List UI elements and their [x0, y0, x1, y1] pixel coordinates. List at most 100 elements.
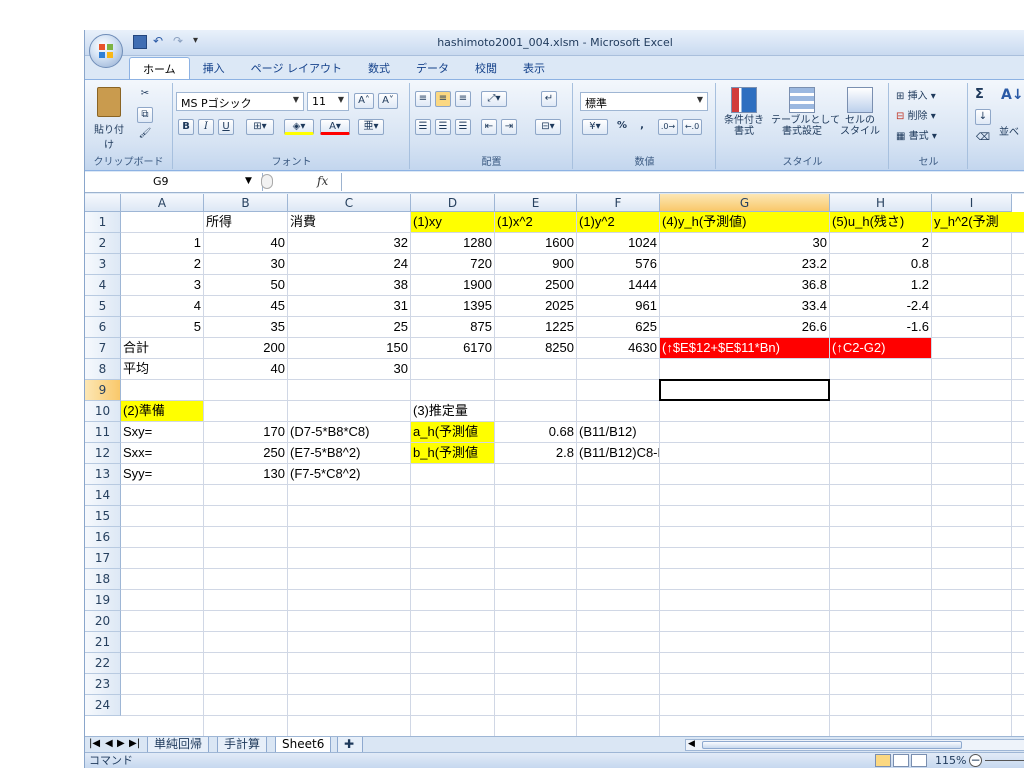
formula-input[interactable]: [341, 173, 1024, 191]
formula-cancel-icon[interactable]: [261, 174, 273, 189]
column-header-a[interactable]: A: [121, 194, 204, 212]
row-header-4[interactable]: 4: [85, 275, 121, 296]
row-header-3[interactable]: 3: [85, 254, 121, 275]
cell-c11[interactable]: (D7-5*B8*C8): [288, 422, 410, 442]
cell-d2[interactable]: 1280: [411, 233, 494, 253]
cell-c8[interactable]: 30: [288, 359, 410, 379]
normal-view-icon[interactable]: [875, 754, 891, 767]
decrease-indent-icon[interactable]: ⇤: [481, 119, 497, 135]
fill-icon[interactable]: ↓: [975, 109, 991, 125]
font-color-icon[interactable]: A▾: [320, 119, 350, 135]
cell-h1[interactable]: (5)u_h(残さ): [830, 212, 931, 232]
sheet-tab-simple-regression[interactable]: 単純回帰: [147, 737, 210, 753]
cell-a8[interactable]: 平均: [121, 359, 203, 379]
sheet-nav-prev-icon[interactable]: ◀: [105, 738, 113, 749]
cell-e6[interactable]: 1225: [495, 317, 576, 337]
cell-h2[interactable]: 2: [830, 233, 931, 253]
cell-d3[interactable]: 720: [411, 254, 494, 274]
cell-g5[interactable]: 33.4: [660, 296, 829, 316]
cell-f3[interactable]: 576: [577, 254, 659, 274]
cell-e12[interactable]: 2.8: [495, 443, 576, 463]
row-header-2[interactable]: 2: [85, 233, 121, 254]
row-header-18[interactable]: 18: [85, 569, 121, 590]
cell-g3[interactable]: 23.2: [660, 254, 829, 274]
save-icon[interactable]: [133, 35, 147, 49]
office-button[interactable]: [89, 34, 123, 68]
row-header-11[interactable]: 11: [85, 422, 121, 443]
number-format-select[interactable]: 標準 ▼: [580, 92, 708, 111]
font-size-select[interactable]: 11 ▼: [307, 92, 349, 111]
cell-a5[interactable]: 4: [121, 296, 203, 316]
cell-b1[interactable]: 所得: [204, 212, 287, 232]
cell-c2[interactable]: 32: [288, 233, 410, 253]
cell-h4[interactable]: 1.2: [830, 275, 931, 295]
column-header-e[interactable]: E: [495, 194, 577, 212]
format-cells-button[interactable]: ▦ 書式 ▾: [896, 127, 937, 142]
cell-b2[interactable]: 40: [204, 233, 287, 253]
insert-sheet-icon[interactable]: ✚: [337, 737, 363, 753]
row-header-17[interactable]: 17: [85, 548, 121, 569]
column-header-b[interactable]: B: [204, 194, 288, 212]
tab-insert[interactable]: 挿入: [190, 57, 238, 79]
underline-button[interactable]: U: [218, 119, 234, 135]
cell-d4[interactable]: 1900: [411, 275, 494, 295]
row-header-5[interactable]: 5: [85, 296, 121, 317]
sort-filter-icon[interactable]: A↓: [1001, 87, 1024, 103]
column-header-f[interactable]: F: [577, 194, 660, 212]
cell-d10[interactable]: (3)推定量: [411, 401, 494, 421]
cell-a13[interactable]: Syy=: [121, 464, 203, 484]
cell-a11[interactable]: Sxy=: [121, 422, 203, 442]
align-right-icon[interactable]: ☰: [455, 119, 471, 135]
cell-f5[interactable]: 961: [577, 296, 659, 316]
merge-center-icon[interactable]: ⊟▾: [535, 119, 561, 135]
cell-c7[interactable]: 150: [288, 338, 410, 358]
cell-b5[interactable]: 45: [204, 296, 287, 316]
cell-b8[interactable]: 40: [204, 359, 287, 379]
row-header-8[interactable]: 8: [85, 359, 121, 380]
cell-d5[interactable]: 1395: [411, 296, 494, 316]
cell-f1[interactable]: (1)y^2: [577, 212, 659, 232]
cell-b11[interactable]: 170: [204, 422, 287, 442]
cell-g4[interactable]: 36.8: [660, 275, 829, 295]
cell-a4[interactable]: 3: [121, 275, 203, 295]
tab-review[interactable]: 校閲: [462, 57, 510, 79]
cut-icon[interactable]: ✂: [137, 87, 153, 103]
row-header-1[interactable]: 1: [85, 212, 121, 233]
row-header-9[interactable]: 9: [85, 380, 121, 401]
row-header-23[interactable]: 23: [85, 674, 121, 695]
sort-filter-button[interactable]: 並べ: [999, 123, 1019, 138]
align-bottom-icon[interactable]: ≡: [455, 91, 471, 107]
cell-e11[interactable]: 0.68: [495, 422, 576, 442]
sheet-nav-first-icon[interactable]: |◀: [89, 738, 100, 749]
bold-button[interactable]: B: [178, 119, 194, 135]
cell-b7[interactable]: 200: [204, 338, 287, 358]
clear-icon[interactable]: ⌫: [975, 131, 991, 147]
cell-h6[interactable]: -1.6: [830, 317, 931, 337]
cell-c5[interactable]: 31: [288, 296, 410, 316]
align-center-icon[interactable]: ☰: [435, 119, 451, 135]
cell-d7[interactable]: 6170: [411, 338, 494, 358]
tab-formulas[interactable]: 数式: [355, 57, 403, 79]
column-header-i[interactable]: I: [932, 194, 1012, 212]
cell-f12[interactable]: (B11/B12)C8-E11*B8): [577, 443, 659, 463]
row-header-6[interactable]: 6: [85, 317, 121, 338]
cell-a12[interactable]: Sxx=: [121, 443, 203, 463]
name-box[interactable]: G9: [85, 173, 263, 191]
cell-f2[interactable]: 1024: [577, 233, 659, 253]
select-all-corner[interactable]: [85, 194, 121, 212]
spreadsheet-grid[interactable]: A B C D E F G H I 1 2 3 4 5 6 7 8 9 10 11 12 13 14 15 16 17 18 19 20…: [85, 194, 1024, 736]
cell-g6[interactable]: 26.6: [660, 317, 829, 337]
format-as-table-button[interactable]: テーブルとして 書式設定: [771, 87, 840, 137]
undo-icon[interactable]: ↶: [153, 35, 167, 49]
border-icon[interactable]: ⊞▾: [246, 119, 274, 135]
align-left-icon[interactable]: ☰: [415, 119, 431, 135]
column-header-g[interactable]: G: [660, 194, 830, 212]
active-cell-selection[interactable]: [659, 379, 830, 401]
redo-icon[interactable]: ↷: [173, 35, 187, 49]
cell-c6[interactable]: 25: [288, 317, 410, 337]
cell-b3[interactable]: 30: [204, 254, 287, 274]
row-header-10[interactable]: 10: [85, 401, 121, 422]
cell-a6[interactable]: 5: [121, 317, 203, 337]
column-header-c[interactable]: C: [288, 194, 411, 212]
cell-b12[interactable]: 250: [204, 443, 287, 463]
